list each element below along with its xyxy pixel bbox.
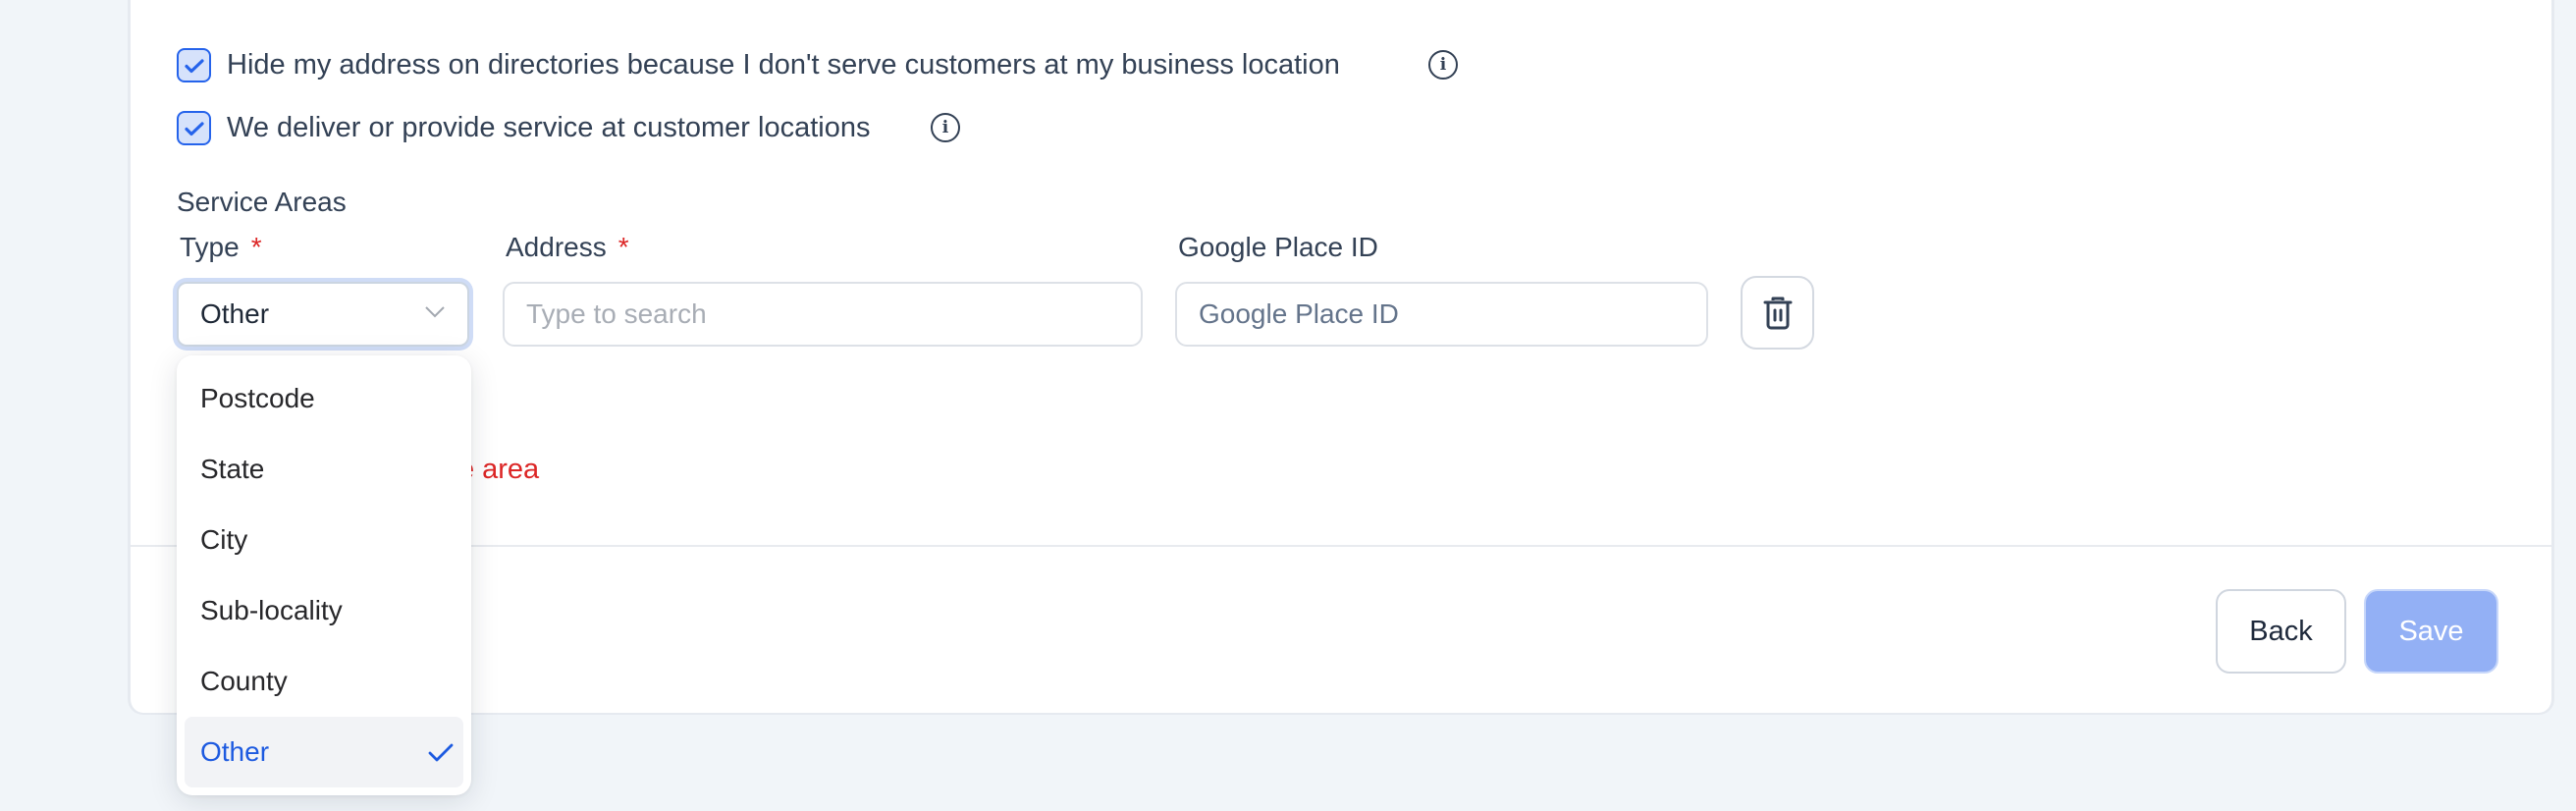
hide-address-label[interactable]: Hide my address on directories because I… (227, 47, 1340, 82)
option-label: State (200, 454, 265, 484)
type-label: Type * (180, 231, 262, 264)
checkmark-icon (184, 58, 204, 73)
dropdown-option-city[interactable]: City (185, 505, 463, 575)
dropdown-option-state[interactable]: State (185, 434, 463, 505)
footer-divider (131, 545, 2551, 547)
checkmark-icon (184, 121, 204, 135)
place-id-input[interactable]: Google Place ID (1175, 282, 1708, 347)
service-areas-title: Service Areas (177, 187, 347, 217)
info-icon[interactable]: i (931, 113, 960, 142)
dropdown-option-sub-locality[interactable]: Sub-locality (185, 575, 463, 646)
address-placeholder: Type to search (526, 298, 707, 329)
deliver-service-checkbox[interactable] (177, 111, 211, 145)
option-label: Postcode (200, 383, 315, 413)
chevron-down-icon (425, 306, 445, 318)
settings-card (128, 0, 2554, 715)
place-id-label: Google Place ID (1178, 232, 1378, 262)
required-mark: * (250, 232, 262, 262)
place-id-placeholder: Google Place ID (1199, 298, 1399, 329)
dropdown-option-county[interactable]: County (185, 646, 463, 717)
type-dropdown-menu: Postcode State City Sub-locality County … (177, 355, 471, 795)
type-label-text: Type (180, 232, 240, 262)
address-label: Address * (506, 231, 629, 264)
address-input[interactable]: Type to search (503, 282, 1143, 347)
deliver-service-label[interactable]: We deliver or provide service at custome… (227, 110, 870, 145)
option-label: City (200, 524, 248, 555)
required-mark: * (617, 232, 629, 262)
trash-icon (1763, 297, 1792, 329)
option-label: Sub-locality (200, 595, 343, 625)
hide-address-checkbox[interactable] (177, 48, 211, 82)
dropdown-option-other[interactable]: Other (185, 717, 463, 787)
save-button[interactable]: Save (2364, 589, 2498, 674)
info-icon[interactable]: i (1428, 50, 1458, 80)
type-select-value: Other (200, 298, 270, 329)
option-label: Other (200, 736, 270, 767)
delete-service-area-button[interactable] (1741, 276, 1814, 350)
option-label: County (200, 666, 288, 696)
back-button[interactable]: Back (2216, 589, 2346, 674)
address-label-text: Address (506, 232, 607, 262)
dropdown-option-postcode[interactable]: Postcode (185, 363, 463, 434)
check-icon (428, 743, 454, 762)
type-select[interactable]: Other (177, 282, 469, 347)
